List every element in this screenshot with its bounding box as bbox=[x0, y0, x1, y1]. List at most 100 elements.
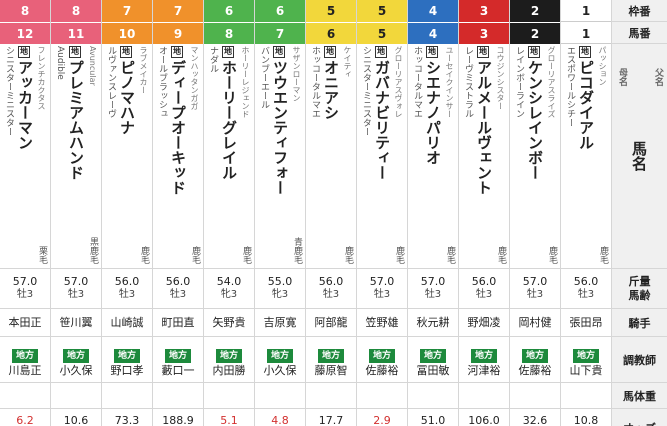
weight-age-cell: 57.0 牡3 bbox=[51, 269, 101, 309]
horse-column: 1 1 エスポワールシチー地ピコダイアル パッション 鹿毛 56.0 牡3 張田昂 地方 山下貴 1… bbox=[561, 0, 612, 426]
trainer-affiliation-badge: 地方 bbox=[62, 349, 89, 363]
horse-column: 8 12 シニスターミニスター地アッカーマン フレンチカクタス 栗毛 57.0 牡3 本田正地… bbox=[0, 0, 51, 426]
horse-name[interactable]: ピコダイアル bbox=[577, 60, 595, 150]
horse-number: 3 bbox=[459, 22, 509, 44]
jockey-name[interactable]: 張田昂 bbox=[561, 309, 611, 337]
local-horse-mark: 地 bbox=[273, 46, 285, 58]
trainer-name[interactable]: 佐藤裕 bbox=[357, 363, 407, 379]
waku-number: 3 bbox=[459, 0, 509, 22]
sex-age: 牡3 bbox=[16, 289, 34, 300]
jockey-name[interactable]: 吉原寛 bbox=[255, 309, 305, 337]
trainer-name[interactable]: 野口孝 bbox=[102, 363, 152, 379]
horse-number: 5 bbox=[357, 22, 407, 44]
body-weight-cell bbox=[561, 383, 611, 409]
dam-name: グローリアスライズ bbox=[547, 46, 556, 118]
sex-age: 牡3 bbox=[577, 289, 595, 300]
horse-name-cell: ホッコータルマエ地オニアシ ケイティ 鹿毛 bbox=[306, 44, 356, 269]
jockey-name[interactable]: 笠野雄 bbox=[357, 309, 407, 337]
header-horse-name: 馬名 bbox=[630, 141, 648, 171]
sex-age: 牡3 bbox=[424, 289, 442, 300]
header-weight: 斤量 bbox=[628, 274, 651, 288]
odds-value: 51.0 bbox=[420, 414, 446, 426]
trainer-cell: 地方 小久保 bbox=[255, 337, 305, 383]
horse-name[interactable]: シエナノパリオ bbox=[424, 60, 442, 165]
coat-color: 鹿毛 bbox=[241, 246, 251, 264]
jockey-name[interactable]: 笹川翼 bbox=[51, 309, 101, 337]
jockey-name[interactable]: 山崎誠 bbox=[102, 309, 152, 337]
coat-color: 鹿毛 bbox=[394, 246, 404, 264]
horse-name[interactable]: ホーリーグレイル bbox=[220, 60, 238, 180]
odds-value: 10.8 bbox=[573, 414, 599, 426]
jockey-name[interactable]: 秋元耕 bbox=[408, 309, 458, 337]
horse-name-cell: ルヴァンスレーヴ地ピノマハナ ラブメイカー 鹿毛 bbox=[102, 44, 152, 269]
horse-column: 56ホッコータルマエ地オニアシケイティ鹿毛56.0牡3阿部龍地方藤原智17.77… bbox=[306, 0, 357, 426]
trainer-cell: 地方 川島正 bbox=[0, 337, 50, 383]
local-horse-mark: 地 bbox=[222, 46, 234, 58]
trainer-name[interactable]: 小久保 bbox=[51, 363, 101, 379]
waku-number: 8 bbox=[51, 0, 101, 22]
horse-column: 7 9 オールブラッシュ地ディープオーキッド マンハッタンガガ 鹿毛 56.0 牡3 町田直地… bbox=[153, 0, 204, 426]
dam-name: マンハッタンガガ bbox=[190, 46, 199, 110]
jockey-name[interactable]: 本田正 bbox=[0, 309, 50, 337]
odds-cell: 17.77人気 bbox=[306, 409, 356, 426]
trainer-name[interactable]: 河津裕 bbox=[459, 363, 509, 379]
coat-color: 鹿毛 bbox=[496, 246, 506, 264]
body-weight-cell bbox=[306, 383, 356, 409]
sire-name: オールブラッシュ bbox=[157, 46, 167, 118]
horse-name[interactable]: ケンシレインボー bbox=[526, 60, 544, 180]
horse-number: 2 bbox=[510, 22, 560, 44]
trainer-name[interactable]: 佐藤裕 bbox=[510, 363, 560, 379]
trainer-name[interactable]: 藪口一 bbox=[153, 363, 203, 379]
carried-weight: 56.0 bbox=[165, 275, 191, 288]
dam-name: ケイティ bbox=[343, 46, 352, 78]
coat-color: 黒鹿毛 bbox=[88, 237, 98, 264]
carried-weight: 56.0 bbox=[318, 275, 344, 288]
dam-name: サザンローマン bbox=[292, 46, 301, 102]
coat-color: 鹿毛 bbox=[445, 246, 455, 264]
jockey-name[interactable]: 町田直 bbox=[153, 309, 203, 337]
trainer-name[interactable]: 冨田敏 bbox=[408, 363, 458, 379]
horse-name[interactable]: ピノマハナ bbox=[118, 60, 136, 135]
jockey-name[interactable]: 阿部龍 bbox=[306, 309, 356, 337]
odds-value: 5.1 bbox=[220, 414, 238, 426]
coat-color: 鹿毛 bbox=[343, 246, 353, 264]
horse-name[interactable]: アッカーマン bbox=[16, 60, 34, 150]
horse-name-cell: Audible 地プレミアムハンド Avuncular 黒鹿毛 bbox=[51, 44, 101, 269]
local-horse-mark: 地 bbox=[426, 46, 438, 58]
local-horse-mark: 地 bbox=[375, 46, 387, 58]
horse-name[interactable]: ツウエンティフォー bbox=[271, 60, 289, 195]
trainer-name[interactable]: 山下貴 bbox=[561, 363, 611, 379]
odds-value: 106.0 bbox=[468, 414, 500, 426]
coat-color: 鹿毛 bbox=[598, 246, 608, 264]
body-weight-cell bbox=[255, 383, 305, 409]
horse-column: 6 8 ナダル地ホーリーグレイル ホーリーレジェンド 鹿毛 54.0 牝3 矢野貴 地方 内田勝 5… bbox=[204, 0, 255, 426]
horse-name-cell: エスポワールシチー地ピコダイアル パッション 鹿毛 bbox=[561, 44, 611, 269]
horse-name[interactable]: プレミアムハンド bbox=[67, 60, 85, 180]
trainer-name[interactable]: 小久保 bbox=[255, 363, 305, 379]
odds-cell: 5.13人気 bbox=[204, 409, 254, 426]
header-dam-label: 母名 bbox=[617, 68, 627, 86]
horse-column: 3 3 レーヴミストラル地アルメールヴェント コウジンシスター 鹿毛 56.0 牡3 野畑凌地… bbox=[459, 0, 510, 426]
jockey-name[interactable]: 矢野貴 bbox=[204, 309, 254, 337]
horse-name[interactable]: オニアシ bbox=[322, 60, 340, 120]
horse-name[interactable]: ディープオーキッド bbox=[169, 60, 187, 195]
horse-name-cell: レーヴミストラル地アルメールヴェント コウジンシスター 鹿毛 bbox=[459, 44, 509, 269]
jockey-name[interactable]: 野畑凌 bbox=[459, 309, 509, 337]
waku-number: 6 bbox=[204, 0, 254, 22]
trainer-affiliation-badge: 地方 bbox=[521, 349, 548, 363]
weight-age-cell: 57.0 牡3 bbox=[357, 269, 407, 309]
horse-name[interactable]: アルメールヴェント bbox=[475, 60, 493, 195]
odds-cell: 10.86人気 bbox=[561, 409, 611, 426]
trainer-name[interactable]: 川島正 bbox=[0, 363, 50, 379]
body-weight-cell bbox=[459, 383, 509, 409]
horse-number: 8 bbox=[204, 22, 254, 44]
dam-name: ホーリーレジェンド bbox=[241, 46, 250, 118]
horse-name[interactable]: ガバナビリティー bbox=[373, 60, 391, 180]
header-horse-name-cell: 母名 馬名 父名 bbox=[612, 44, 667, 269]
trainer-cell: 地方 河津裕 bbox=[459, 337, 509, 383]
jockey-name[interactable]: 岡村健 bbox=[510, 309, 560, 337]
trainer-name[interactable]: 内田勝 bbox=[204, 363, 254, 379]
trainer-name[interactable]: 藤原智 bbox=[306, 363, 356, 379]
header-jockey: 騎手 bbox=[612, 309, 667, 337]
local-horse-mark: 地 bbox=[18, 46, 30, 58]
